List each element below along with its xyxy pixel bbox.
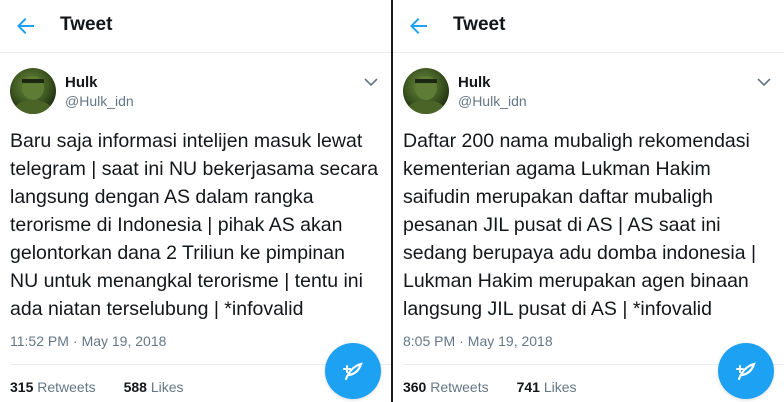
likes-link[interactable]: 741 Likes — [517, 379, 577, 395]
retweets-label: Retweets — [37, 379, 96, 395]
compose-tweet-icon — [736, 362, 756, 381]
avatar[interactable] — [402, 68, 449, 114]
tweet-line: Daftar 200 nama mubaligh rekomendasi — [402, 130, 750, 152]
chevron-down-icon[interactable] — [363, 74, 379, 90]
page-title: Tweet — [60, 14, 113, 35]
tweet-line: langsung JIL pusat di AS | *infovalid — [402, 298, 712, 320]
tweet-line: terorisme di Indonesia | pihak AS akan — [10, 214, 343, 236]
chevron-down-icon[interactable] — [756, 74, 772, 90]
back-arrow-icon[interactable] — [14, 14, 38, 38]
tweet-line: Baru saja informasi intelijen masuk lewa… — [10, 130, 363, 152]
tweet-line: NU untuk menangkal terorisme | tentu ini — [10, 270, 363, 292]
retweets-count: 315 — [10, 379, 34, 395]
retweets-link[interactable]: 315 Retweets — [10, 379, 96, 395]
tweet-time: 8:05 PM — [402, 333, 456, 349]
tweet-line: sedang berupaya adu domba indonesia | — [402, 242, 757, 264]
tweet-panel-right: Tweet Hulk @Hulk_idn Daftar 200 nama mub… — [392, 0, 784, 402]
tweet-time: 11:52 PM — [10, 333, 69, 349]
likes-link[interactable]: 588 Likes — [124, 379, 184, 395]
back-arrow-icon[interactable] — [407, 14, 431, 38]
tweet-panel-left: Tweet Hulk @Hulk_idn Baru saja informasi… — [0, 0, 392, 402]
author-name[interactable]: Hulk — [458, 74, 491, 91]
likes-label: Likes — [150, 379, 184, 395]
tweet-text: Baru saja informasi intelijen masuk lewa… — [10, 127, 391, 323]
retweets-label: Retweets — [430, 379, 489, 395]
tweet-line: telegram | saat ini NU bekerjasama secar… — [10, 158, 379, 180]
likes-label: Likes — [543, 379, 577, 395]
tweet-stats: 360 Retweets 741 Likes — [403, 379, 577, 395]
tweet-date: May 19, 2018 — [81, 333, 167, 349]
tweet-timestamp[interactable]: 8:05 PM · May 19, 2018 — [403, 333, 553, 349]
tweet-line: langsung dengan AS dalam rangka — [10, 186, 314, 208]
top-bar: Tweet — [392, 0, 784, 53]
author-handle[interactable]: @Hulk_idn — [65, 93, 134, 109]
tweet-line: saifudin merupakan daftar mubaligh — [402, 186, 714, 208]
retweets-count: 360 — [402, 379, 427, 395]
tweet-line: Lukman Hakim merupakan agen binaan — [402, 270, 749, 292]
tweet-text: Daftar 200 nama mubaligh rekomendasi kem… — [403, 127, 784, 323]
retweets-link[interactable]: 360 Retweets — [403, 379, 489, 395]
tweet-line: ada niatan terselubung | *infovalid — [10, 298, 304, 320]
compose-tweet-icon — [343, 362, 363, 381]
top-bar: Tweet — [0, 0, 392, 53]
author-name[interactable]: Hulk — [65, 74, 98, 91]
tweet-line: pesanan JIL pusat di AS | AS saat ini — [402, 214, 721, 236]
tweet-date: May 19, 2018 — [467, 333, 553, 349]
tweet-line: gelontorkan dana 2 Triliun ke pimpinan — [10, 242, 345, 264]
likes-count: 588 — [123, 379, 147, 395]
likes-count: 741 — [516, 379, 540, 395]
author-handle[interactable]: @Hulk_idn — [458, 93, 527, 109]
compose-tweet-button[interactable] — [325, 343, 382, 399]
avatar[interactable] — [10, 68, 56, 114]
page-title: Tweet — [452, 14, 506, 35]
tweet-line: kementerian agama Lukman Hakim — [402, 158, 711, 180]
compose-tweet-button[interactable] — [718, 343, 774, 399]
tweet-timestamp[interactable]: 11:52 PM · May 19, 2018 — [10, 333, 166, 349]
tweet-stats: 315 Retweets 588 Likes — [10, 379, 184, 395]
